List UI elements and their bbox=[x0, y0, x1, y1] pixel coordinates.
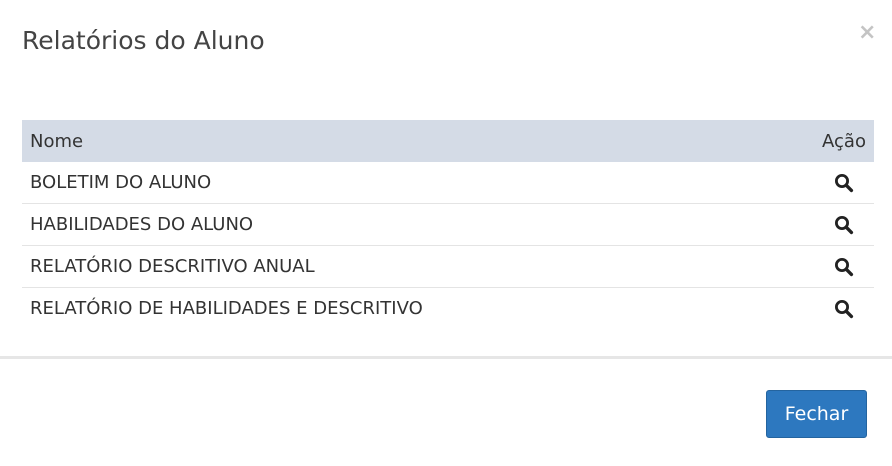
report-name: RELATÓRIO DE HABILIDADES E DESCRITIVO bbox=[30, 298, 423, 319]
modal-footer: Fechar bbox=[0, 359, 892, 466]
search-icon[interactable] bbox=[834, 257, 854, 277]
table-row: RELATÓRIO DE HABILIDADES E DESCRITIVO bbox=[22, 288, 874, 330]
table-header-row: Nome Ação bbox=[22, 120, 874, 162]
table-row: BOLETIM DO ALUNO bbox=[22, 162, 874, 204]
search-icon[interactable] bbox=[834, 215, 854, 235]
action-cell bbox=[814, 203, 874, 246]
report-name: RELATÓRIO DESCRITIVO ANUAL bbox=[22, 245, 814, 288]
close-icon[interactable]: × bbox=[858, 22, 876, 44]
close-button[interactable]: Fechar bbox=[766, 390, 867, 438]
column-header-action: Ação bbox=[822, 130, 866, 152]
report-name: BOLETIM DO ALUNO bbox=[22, 162, 814, 204]
modal-body: Nome Ação BOLETIM DO ALUNO HABILIDADES D… bbox=[22, 120, 874, 329]
table-row: RELATÓRIO DESCRITIVO ANUAL bbox=[22, 245, 874, 288]
reports-table: Nome Ação BOLETIM DO ALUNO HABILIDADES D… bbox=[22, 120, 874, 329]
action-cell bbox=[814, 162, 874, 204]
table-row: HABILIDADES DO ALUNO bbox=[22, 203, 874, 246]
report-name: HABILIDADES DO ALUNO bbox=[22, 203, 814, 246]
search-icon[interactable] bbox=[834, 173, 854, 193]
modal-title: Relatórios do Aluno bbox=[22, 26, 265, 55]
reports-modal: Relatórios do Aluno × Nome Ação BOLETIM … bbox=[0, 0, 892, 466]
column-header-name: Nome bbox=[30, 130, 84, 152]
modal-header: Relatórios do Aluno × bbox=[0, 0, 892, 90]
search-icon[interactable] bbox=[834, 299, 854, 319]
action-cell bbox=[814, 288, 874, 330]
action-cell bbox=[814, 245, 874, 288]
